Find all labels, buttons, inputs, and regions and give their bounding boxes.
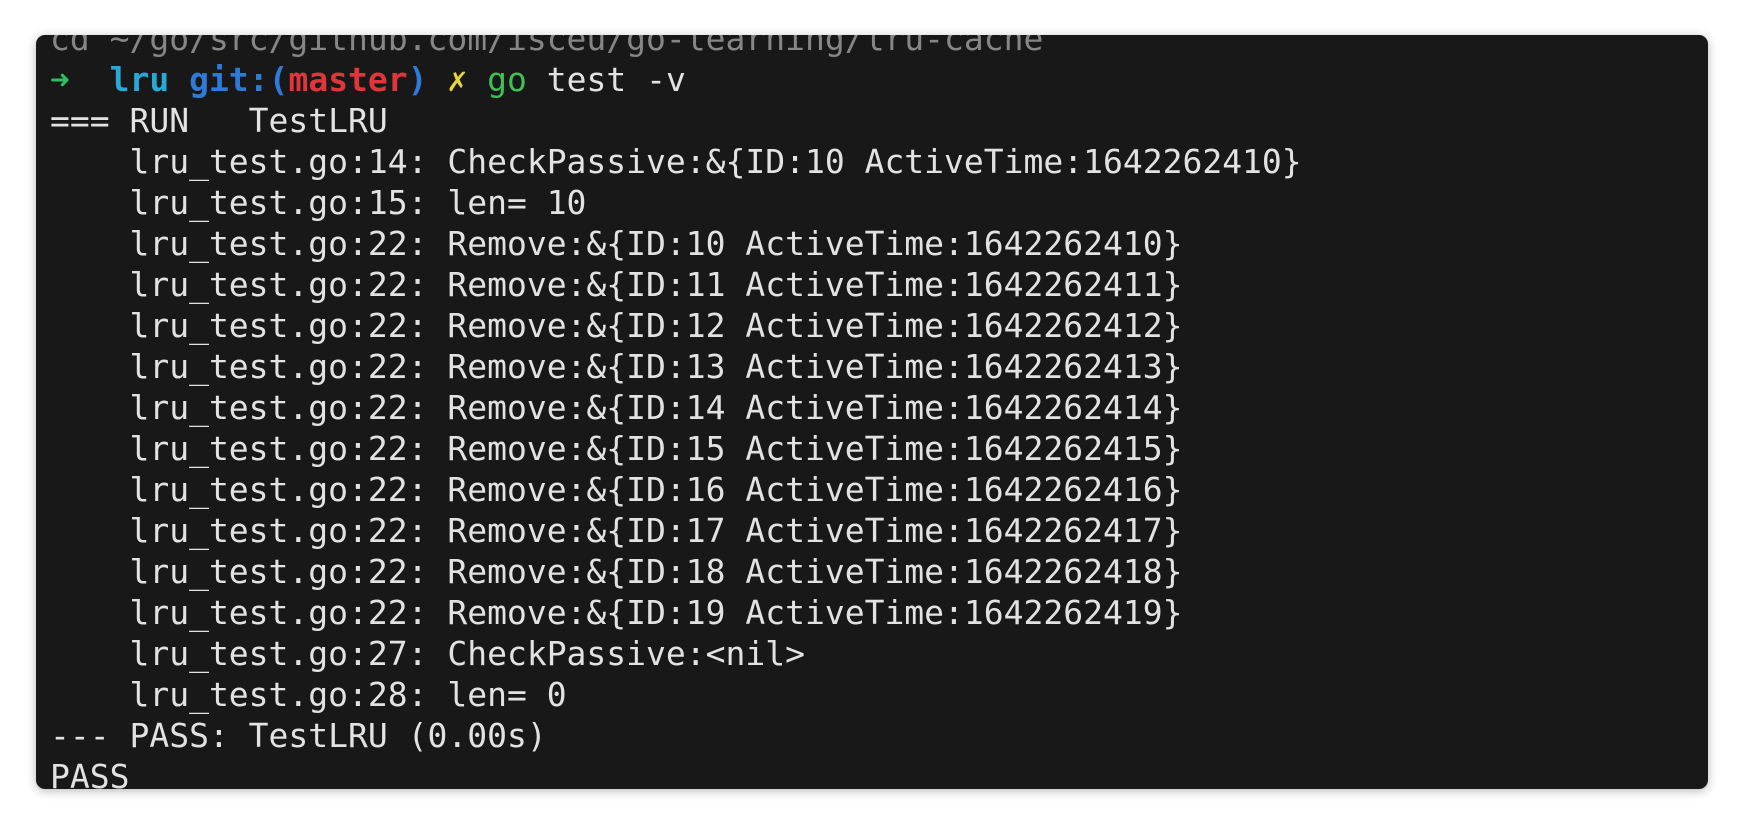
git-label: git:(	[189, 60, 289, 99]
prompt-directory: lru	[109, 60, 170, 99]
output-line: lru_test.go:22: Remove:&{ID:13 ActiveTim…	[50, 347, 1183, 386]
output-line: lru_test.go:22: Remove:&{ID:18 ActiveTim…	[50, 552, 1183, 591]
command-args: test -v	[546, 60, 686, 99]
cut-off-line: cd ~/go/src/github.com/isceu/go-learning…	[50, 35, 1044, 58]
output-line: lru_test.go:15: len= 10	[50, 183, 587, 222]
output-line: PASS	[50, 757, 130, 789]
output-line: === RUN TestLRU	[50, 101, 388, 140]
git-branch: master	[288, 60, 408, 99]
output-line: lru_test.go:22: Remove:&{ID:15 ActiveTim…	[50, 429, 1183, 468]
output-line: lru_test.go:28: len= 0	[50, 675, 567, 714]
output-line: lru_test.go:22: Remove:&{ID:14 ActiveTim…	[50, 388, 1183, 427]
prompt-arrow-icon: ➜	[50, 60, 70, 99]
output-line: lru_test.go:22: Remove:&{ID:17 ActiveTim…	[50, 511, 1183, 550]
output-line: lru_test.go:22: Remove:&{ID:12 ActiveTim…	[50, 306, 1183, 345]
dirty-mark-icon: ✗	[447, 60, 468, 99]
git-label-close: )	[407, 60, 428, 99]
output-line: lru_test.go:22: Remove:&{ID:19 ActiveTim…	[50, 593, 1183, 632]
command-name: go	[487, 60, 527, 99]
output-line: lru_test.go:22: Remove:&{ID:10 ActiveTim…	[50, 224, 1183, 263]
terminal-output: cd ~/go/src/github.com/isceu/go-learning…	[50, 35, 1708, 789]
output-line: lru_test.go:27: CheckPassive:<nil>	[50, 634, 805, 673]
terminal-window[interactable]: cd ~/go/src/github.com/isceu/go-learning…	[36, 35, 1708, 789]
prompt-line: ➜ lru git:(master) ✗ go test -v	[50, 59, 1708, 100]
output-line: --- PASS: TestLRU (0.00s)	[50, 716, 547, 755]
output-line: lru_test.go:14: CheckPassive:&{ID:10 Act…	[50, 142, 1302, 181]
output-line: lru_test.go:22: Remove:&{ID:16 ActiveTim…	[50, 470, 1183, 509]
output-line: lru_test.go:22: Remove:&{ID:11 ActiveTim…	[50, 265, 1183, 304]
